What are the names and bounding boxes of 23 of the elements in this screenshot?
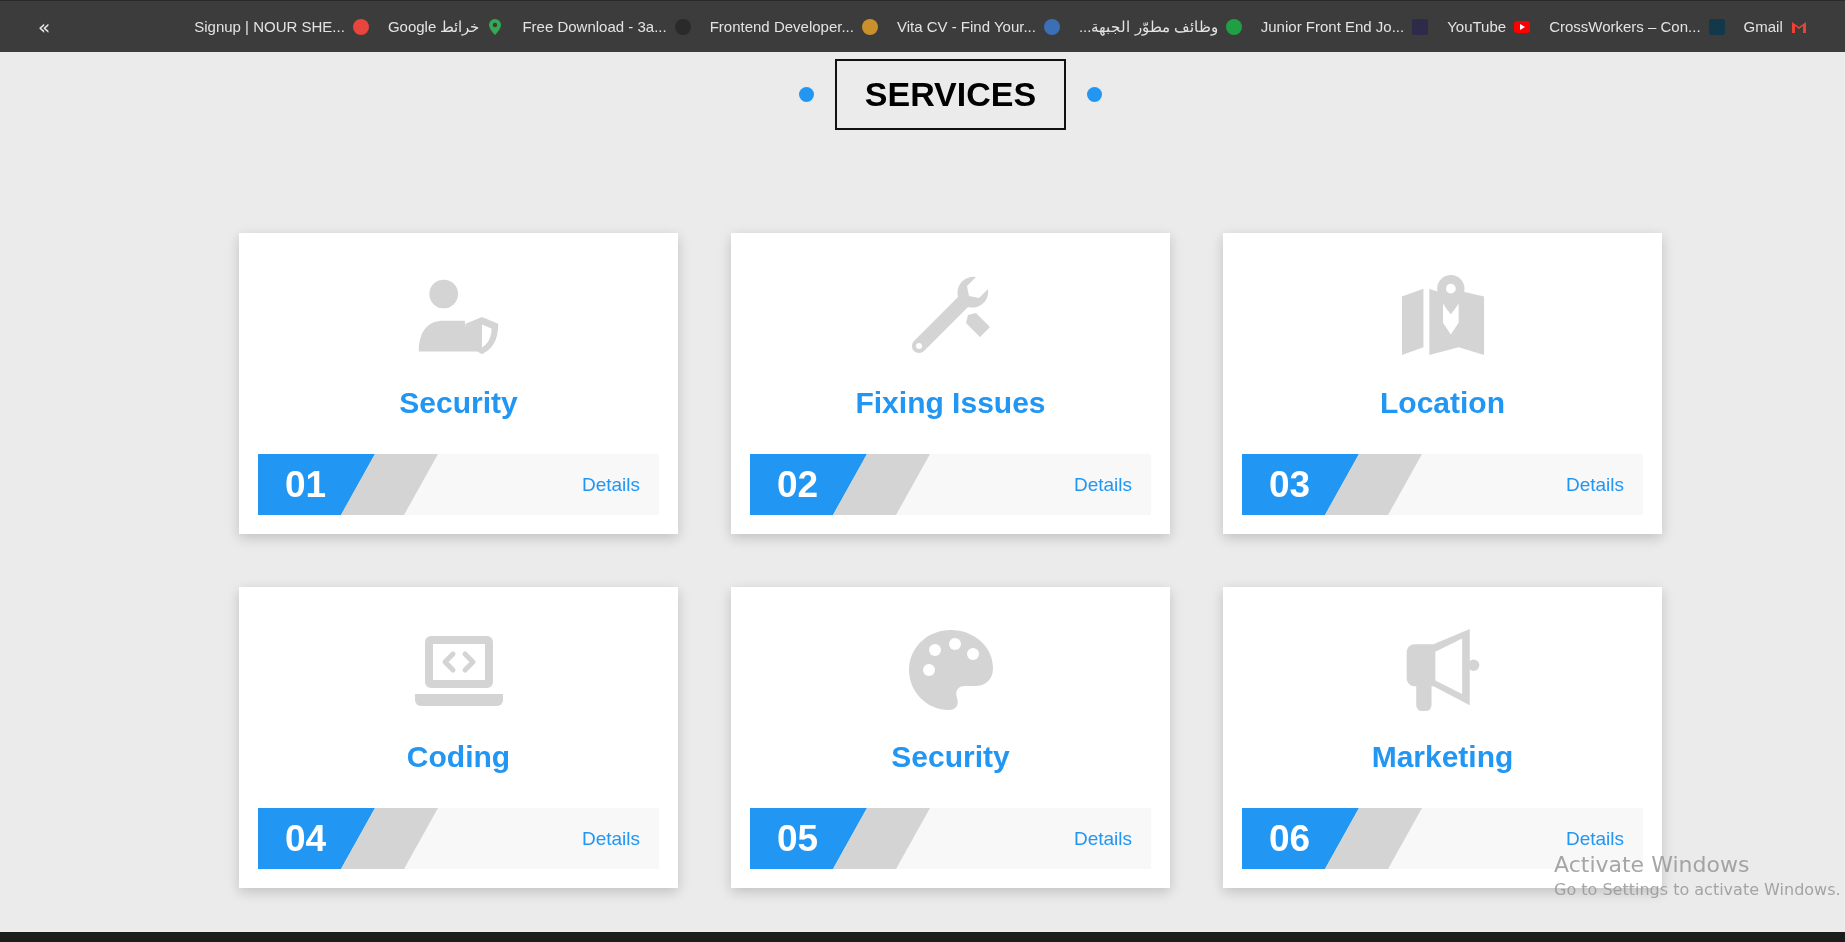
bookmark-link[interactable]: Gmail	[1743, 18, 1807, 35]
service-title: Security	[399, 385, 518, 421]
bookmark-link[interactable]: YouTube	[1447, 18, 1531, 35]
section-heading: SERVICES	[834, 59, 1067, 130]
bookmark-link[interactable]: Free Download - 3a...	[522, 18, 691, 35]
bookmark-link[interactable]: Frontend Developer...	[709, 18, 878, 35]
activation-message: Go to Settings to activate Windows.	[1554, 880, 1841, 899]
service-title: Coding	[406, 739, 511, 775]
activation-title: Activate Windows	[1554, 852, 1750, 877]
collapse-button[interactable]: «	[34, 14, 55, 39]
service-title: Security	[891, 739, 1010, 775]
bookmark-link[interactable]: وظائف مطوّر الجبهة...	[1078, 17, 1242, 36]
bullet-dot	[1087, 87, 1103, 102]
bookmark-link[interactable]: Vita CV - Find Your...	[896, 18, 1060, 35]
bookmark-link[interactable]: Signup | NOUR SHE...	[194, 18, 369, 35]
service-title: Fixing Issues	[855, 385, 1046, 421]
bookmark-link[interactable]: Junior Front End Jo...	[1260, 18, 1429, 35]
bookmark-link[interactable]: CrossWorkers – Con...	[1549, 18, 1725, 35]
service-title: Marketing	[1371, 739, 1514, 775]
bookmark-link[interactable]: Google خرائط	[387, 17, 504, 36]
service-title: Location	[1380, 385, 1505, 421]
palette-icon	[906, 627, 995, 713]
bullet-dot	[798, 87, 814, 102]
